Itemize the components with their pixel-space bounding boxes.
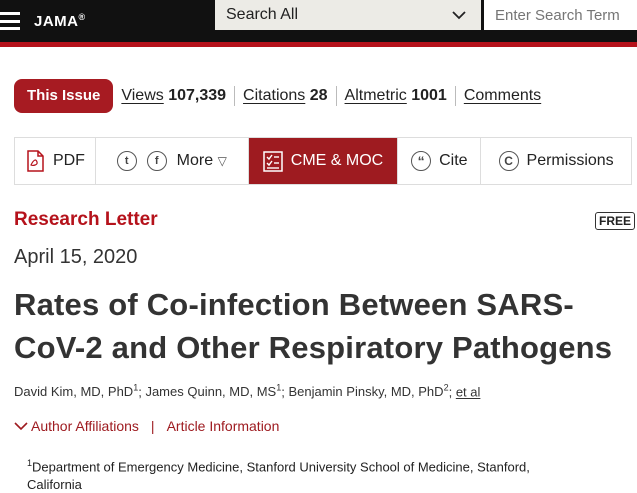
share-more-group: t f More ▽ bbox=[96, 138, 249, 184]
menu-icon[interactable] bbox=[0, 12, 20, 30]
divider: | bbox=[150, 418, 155, 434]
twitter-icon[interactable]: t bbox=[116, 151, 137, 171]
issue-metrics-bar: This Issue Views 107,339 Citations 28 Al… bbox=[14, 79, 541, 113]
permissions-button[interactable]: C Permissions bbox=[481, 138, 631, 184]
divider bbox=[234, 86, 236, 106]
free-badge: FREE bbox=[595, 212, 636, 230]
checklist-icon bbox=[263, 150, 283, 172]
search-scope-value: Search All bbox=[226, 6, 299, 23]
jama-logo[interactable]: JAMA® bbox=[34, 12, 86, 30]
affiliation-item: 1Department of Emergency Medicine, Stanf… bbox=[27, 458, 530, 493]
views-metric[interactable]: Views 107,339 bbox=[121, 87, 226, 105]
quote-icon: “ bbox=[411, 151, 432, 171]
cite-button[interactable]: “ Cite bbox=[398, 138, 482, 184]
publication-date: April 15, 2020 bbox=[14, 246, 138, 268]
facebook-icon[interactable]: f bbox=[146, 151, 167, 171]
this-issue-button[interactable]: This Issue bbox=[14, 79, 114, 113]
altmetric-metric[interactable]: Altmetric 1001 bbox=[345, 87, 447, 105]
pdf-icon bbox=[25, 150, 45, 172]
top-nav-bar: JAMA® Search All bbox=[0, 0, 637, 42]
pdf-button[interactable]: PDF bbox=[15, 138, 96, 184]
divider bbox=[335, 86, 337, 106]
cme-moc-button[interactable]: CME & MOC bbox=[248, 138, 399, 184]
citations-metric[interactable]: Citations 28 bbox=[243, 87, 328, 105]
divider bbox=[454, 86, 456, 106]
article-information-link[interactable]: Article Information bbox=[167, 418, 280, 434]
search-scope-select[interactable]: Search All bbox=[215, 0, 481, 30]
chevron-down-icon bbox=[14, 422, 28, 431]
chevron-down-icon: ▽ bbox=[217, 154, 227, 168]
header-accent-line bbox=[0, 42, 637, 47]
author-link[interactable]: Benjamin Pinsky, MD, PhD2 bbox=[288, 383, 448, 399]
et-al-link[interactable]: et al bbox=[456, 384, 481, 399]
author-link[interactable]: James Quinn, MD, MS1 bbox=[145, 383, 281, 399]
author-list: David Kim, MD, PhD1; James Quinn, MD, MS… bbox=[14, 383, 481, 400]
affiliation-controls: Author Affiliations | Article Informatio… bbox=[14, 418, 279, 434]
more-button[interactable]: More ▽ bbox=[177, 152, 227, 170]
author-link[interactable]: David Kim, MD, PhD1 bbox=[14, 383, 138, 399]
article-toolbar: PDF t f More ▽ CME & MOC “ Cite C Permis… bbox=[14, 137, 632, 185]
brand: JAMA® bbox=[0, 0, 100, 42]
author-affiliations-toggle[interactable]: Author Affiliations bbox=[14, 418, 139, 434]
article-title: Rates of Co-infection Between SARS-CoV-2… bbox=[14, 287, 613, 365]
chevron-down-icon bbox=[452, 11, 466, 20]
comments-link[interactable]: Comments bbox=[464, 87, 541, 105]
copyright-icon: C bbox=[498, 151, 519, 171]
search-input[interactable] bbox=[484, 0, 637, 30]
article-type: Research Letter bbox=[14, 209, 158, 230]
